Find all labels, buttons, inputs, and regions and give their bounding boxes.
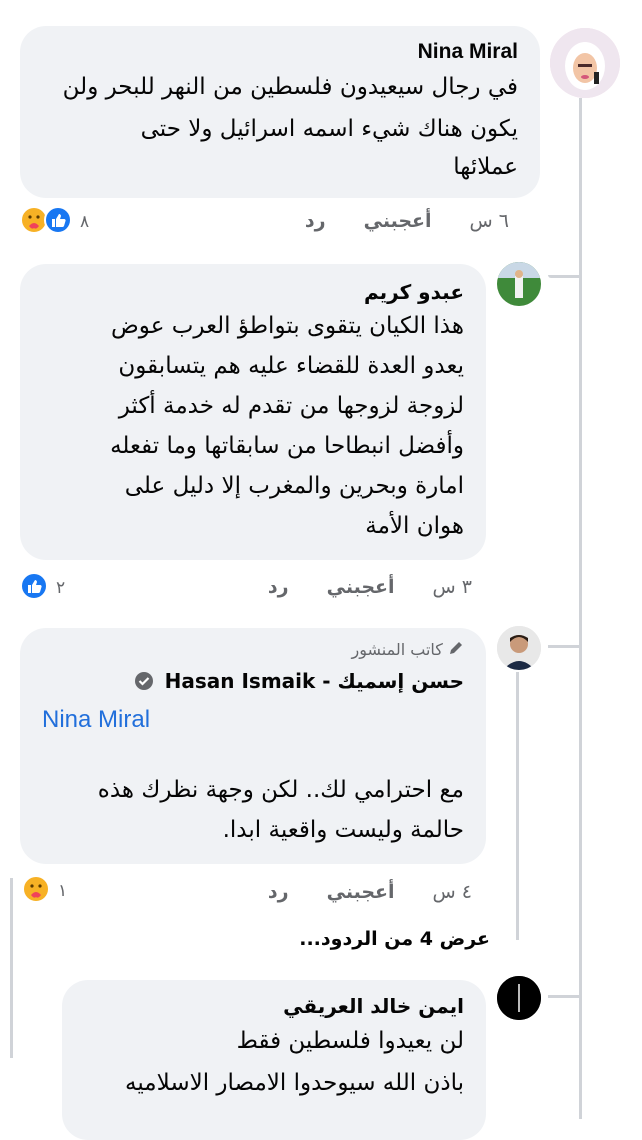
comment-text-line: هوان الأمة xyxy=(365,513,464,539)
comment-bubble: كاتب المنشور حسن إسميك - Hasan Ismaik Ni… xyxy=(20,628,486,864)
verified-badge-icon xyxy=(134,670,154,698)
avatar-image xyxy=(497,976,541,1020)
avatar[interactable] xyxy=(497,976,541,1020)
reaction-summary[interactable]: ١ xyxy=(22,875,67,907)
avatar[interactable] xyxy=(550,28,620,98)
reaction-summary[interactable]: ٨ xyxy=(20,206,89,238)
avatar-image xyxy=(497,626,541,670)
comment-text-line: هذا الكيان يتقوى بتواطؤ العرب عوض xyxy=(111,313,464,339)
comment-text-line: لن يعيدوا فلسطين فقط xyxy=(236,1028,464,1054)
comment-time[interactable]: ٣ س xyxy=(433,576,472,598)
reply-button[interactable]: رد xyxy=(305,210,326,232)
avatar[interactable] xyxy=(497,262,541,306)
comment-actions: ٤ س أعجبني رد xyxy=(268,881,472,903)
comment-actions: ٣ س أعجبني رد xyxy=(268,576,472,598)
comment-text-line: في رجال سيعيدون فلسطين من النهر للبحر ول… xyxy=(62,74,518,100)
comment-bubble: عبدو كريم هذا الكيان يتقوى بتواطؤ العرب … xyxy=(20,264,486,560)
thread-branch-4 xyxy=(548,995,582,998)
reply-button[interactable]: رد xyxy=(268,576,289,598)
comment-text-line: باذن الله سيوحدوا الامصار الاسلاميه xyxy=(125,1070,464,1096)
comment-text-line: وأفضل انبطاحا من سابقاتها وما تفعله xyxy=(110,433,464,459)
thread-line-left xyxy=(10,878,13,1058)
reply-button[interactable]: رد xyxy=(268,881,289,903)
author-badge: كاتب المنشور xyxy=(42,638,464,663)
comment-time[interactable]: ٦ س xyxy=(470,210,509,232)
comment-time[interactable]: ٤ س xyxy=(433,881,472,903)
thread-line-sub xyxy=(516,672,519,940)
comment-actions: ٦ س أعجبني رد xyxy=(305,210,509,232)
comment-text-line: مع احترامي لك.. لكن وجهة نظرك هذه xyxy=(97,776,464,803)
comment-bubble: Nina Miral في رجال سيعيدون فلسطين من الن… xyxy=(20,26,540,198)
like-reaction-icon xyxy=(44,206,72,238)
like-button[interactable]: أعجبني xyxy=(364,210,432,232)
comment-text-line: حالمة وليست واقعية ابدا. xyxy=(222,816,464,843)
comment-author-row: حسن إسميك - Hasan Ismaik xyxy=(42,667,464,698)
comment-author[interactable]: ايمن خالد العريقي xyxy=(84,992,464,1020)
reaction-summary[interactable]: ٢ xyxy=(20,572,65,604)
mention-link[interactable]: Nina Miral xyxy=(42,698,464,742)
like-reaction-icon xyxy=(20,572,48,604)
thread-branch-2 xyxy=(548,645,582,648)
comment-text-line: يعدو العدة للقضاء عليه هم يتسابقون xyxy=(118,353,464,379)
author-badge-label: كاتب المنشور xyxy=(351,640,443,659)
view-replies-link[interactable]: عرض 4 من الردود... xyxy=(299,928,490,950)
avatar[interactable] xyxy=(497,626,541,670)
avatar-image xyxy=(497,262,541,306)
comment-bubble: ايمن خالد العريقي لن يعيدوا فلسطين فقط ب… xyxy=(62,980,486,1140)
comment-text-line: امارة وبحرين والمغرب إلا دليل على xyxy=(124,473,464,499)
reaction-count: ٢ xyxy=(56,578,66,598)
comment-author[interactable]: حسن إسميك - Hasan Ismaik xyxy=(165,669,464,693)
thread-line-main xyxy=(579,98,582,1119)
comment-author[interactable]: عبدو كريم xyxy=(42,278,464,306)
reaction-count: ١ xyxy=(58,881,68,901)
like-button[interactable]: أعجبني xyxy=(327,576,395,598)
reaction-count: ٨ xyxy=(80,212,90,232)
comment-text-line: يكون هناك شيء اسمه اسرائيل ولا حتى xyxy=(140,116,518,142)
comment-author[interactable]: Nina Miral xyxy=(42,38,518,66)
pencil-icon xyxy=(448,639,464,663)
care-reaction-icon xyxy=(22,875,50,907)
avatar-image xyxy=(550,28,620,98)
comment-text-line: لزوجة لزوجها من تقدم له خدمة أكثر xyxy=(118,393,464,419)
thread-branch-1 xyxy=(548,275,582,278)
like-button[interactable]: أعجبني xyxy=(327,881,395,903)
comment-text-line: عملائها xyxy=(453,154,518,180)
